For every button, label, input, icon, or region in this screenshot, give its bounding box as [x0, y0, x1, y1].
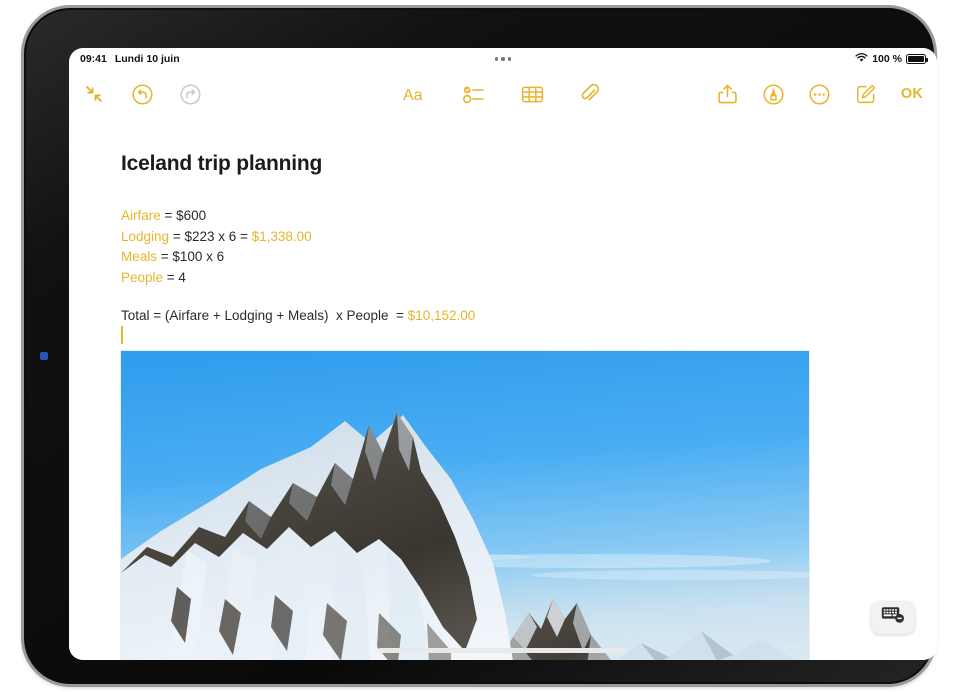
toolbar-right-group: OK [715, 70, 925, 118]
share-button[interactable] [715, 81, 741, 107]
table-button[interactable] [519, 81, 545, 107]
device-side-indicator [40, 352, 48, 360]
formula-line-airfare: Airfare = $600 [121, 206, 312, 227]
battery-percent-label: 100 % [872, 53, 902, 65]
total-result: $10,152.00 [407, 308, 476, 323]
variable-expression: = $100 x 6 [157, 249, 225, 264]
note-photo[interactable] [121, 351, 809, 660]
variable-name: Meals [121, 249, 158, 264]
format-button[interactable]: Aa [403, 81, 429, 107]
svg-text:Aa: Aa [403, 87, 423, 104]
variable-expression: = $223 x 6 = [169, 228, 252, 244]
formula-line-meals: Meals = $100 x 6 [121, 247, 312, 268]
hide-keyboard-button[interactable] [871, 601, 915, 634]
variable-result: $1,338.00 [251, 228, 312, 244]
status-bar: 09:41 Lundi 10 juin 100 % [69, 48, 937, 70]
variable-name: Lodging [121, 228, 170, 244]
attachment-button[interactable] [577, 81, 603, 107]
battery-full-icon [906, 54, 928, 64]
wifi-icon [855, 52, 868, 66]
ipad-device-frame: 09:41 Lundi 10 juin 100 % Aa OK Iceland … [24, 8, 937, 684]
text-cursor [121, 326, 123, 344]
note-body[interactable]: Iceland trip planning Airfare = $600 Lod… [69, 118, 937, 660]
total-line: Total = (Airfare + Lodging + Meals) x Pe… [121, 308, 475, 323]
variable-expression: = 4 [163, 269, 186, 285]
keyboard-dismiss-icon [881, 606, 905, 629]
status-bar-right: 100 % [855, 52, 928, 66]
ipad-screen: 09:41 Lundi 10 juin 100 % Aa OK Iceland … [69, 48, 937, 660]
formula-list: Airfare = $600 Lodging = $223 x 6 = $1,3… [121, 206, 312, 288]
checklist-button[interactable] [461, 81, 487, 107]
status-bar-center [69, 57, 937, 61]
markup-button[interactable] [761, 81, 787, 107]
variable-expression: = $600 [160, 208, 207, 223]
home-indicator[interactable] [378, 648, 628, 653]
formula-line-people: People = 4 [121, 268, 312, 289]
notes-toolbar: Aa OK [69, 70, 937, 118]
more-button[interactable] [807, 81, 833, 107]
variable-name: People [121, 269, 164, 285]
formula-line-lodging: Lodging = $223 x 6 = $1,338.00 [121, 227, 312, 248]
total-expression: Total = (Airfare + Lodging + Meals) x Pe… [121, 308, 408, 323]
variable-name: Airfare [121, 208, 161, 223]
page-title: Iceland trip planning [121, 152, 323, 175]
compose-button[interactable] [853, 81, 879, 107]
multitasking-dots-icon[interactable] [494, 57, 512, 61]
done-button[interactable]: OK [899, 81, 925, 107]
